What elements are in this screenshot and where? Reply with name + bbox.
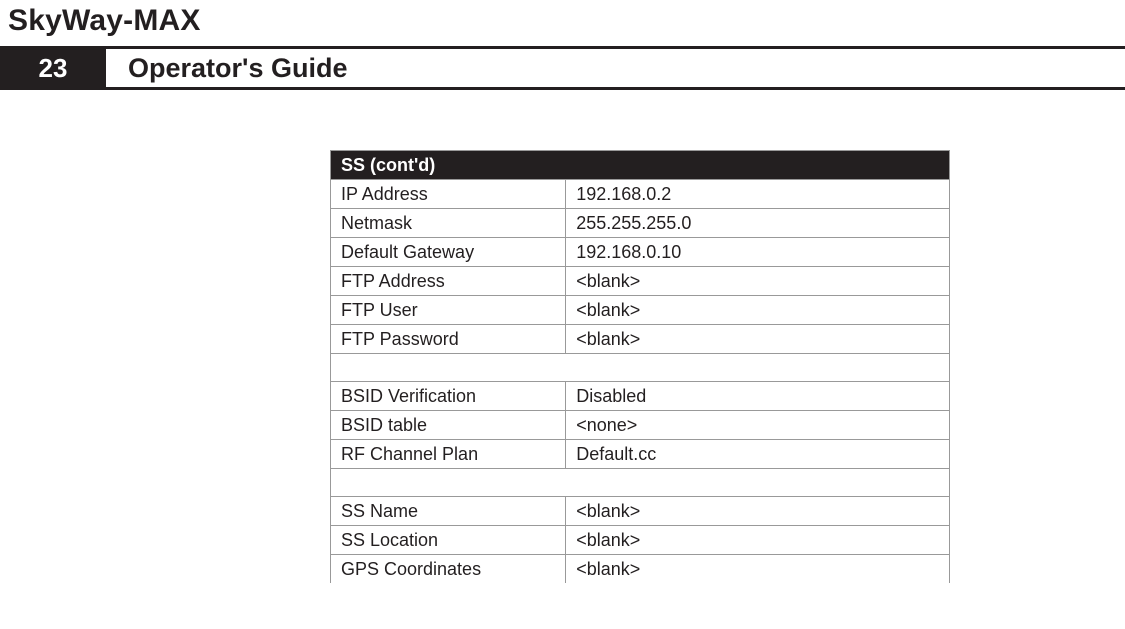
spacer-row (331, 469, 950, 497)
table-row: GPS Coordinates <blank> (331, 555, 950, 584)
table-header-row: SS (cont'd) (331, 151, 950, 180)
header-bar: 23 Operator's Guide (0, 46, 1125, 90)
config-value: <blank> (566, 555, 950, 584)
content-area: SS (cont'd) IP Address 192.168.0.2 Netma… (0, 90, 1125, 583)
table-row: FTP User <blank> (331, 296, 950, 325)
config-value: Default.cc (566, 440, 950, 469)
config-label: FTP Password (331, 325, 566, 354)
spacer-row (331, 354, 950, 382)
config-label: Default Gateway (331, 238, 566, 267)
config-value: Disabled (566, 382, 950, 411)
config-label: SS Location (331, 526, 566, 555)
config-value: <blank> (566, 497, 950, 526)
config-value: 192.168.0.10 (566, 238, 950, 267)
config-table: SS (cont'd) IP Address 192.168.0.2 Netma… (330, 150, 950, 583)
config-label: GPS Coordinates (331, 555, 566, 584)
table-row: BSID Verification Disabled (331, 382, 950, 411)
config-label: IP Address (331, 180, 566, 209)
config-label: RF Channel Plan (331, 440, 566, 469)
config-label: BSID Verification (331, 382, 566, 411)
page-number: 23 (0, 49, 106, 87)
config-label: Netmask (331, 209, 566, 238)
guide-title: Operator's Guide (106, 49, 1125, 87)
config-value: <blank> (566, 526, 950, 555)
table-row: SS Location <blank> (331, 526, 950, 555)
config-label: BSID table (331, 411, 566, 440)
config-value: 192.168.0.2 (566, 180, 950, 209)
config-label: FTP Address (331, 267, 566, 296)
config-value: <blank> (566, 325, 950, 354)
config-value: <blank> (566, 296, 950, 325)
config-value: 255.255.255.0 (566, 209, 950, 238)
config-value: <none> (566, 411, 950, 440)
table-row: BSID table <none> (331, 411, 950, 440)
table-row: Default Gateway 192.168.0.10 (331, 238, 950, 267)
table-row: FTP Password <blank> (331, 325, 950, 354)
table-row: IP Address 192.168.0.2 (331, 180, 950, 209)
table-row: SS Name <blank> (331, 497, 950, 526)
table-row: FTP Address <blank> (331, 267, 950, 296)
config-value: <blank> (566, 267, 950, 296)
table-row: Netmask 255.255.255.0 (331, 209, 950, 238)
product-title: SkyWay-MAX (0, 0, 1125, 46)
table-title: SS (cont'd) (331, 151, 950, 180)
config-label: SS Name (331, 497, 566, 526)
config-label: FTP User (331, 296, 566, 325)
table-row: RF Channel Plan Default.cc (331, 440, 950, 469)
